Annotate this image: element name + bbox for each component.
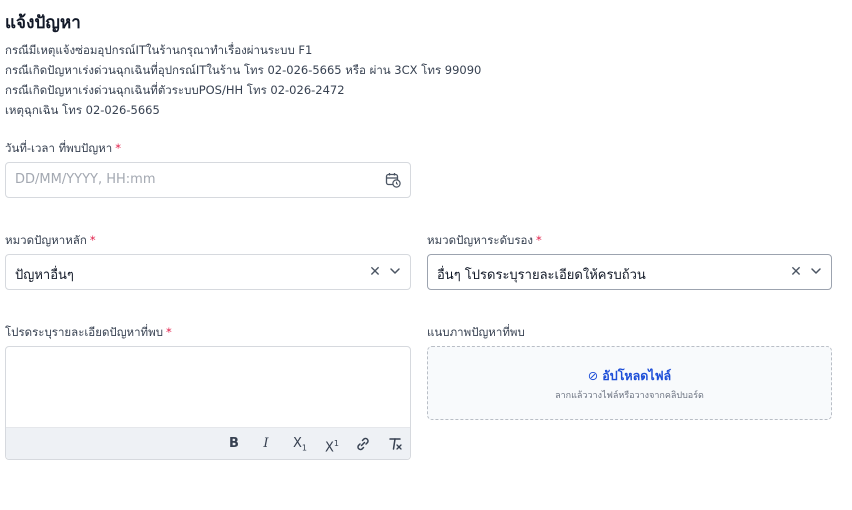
sub-category-select[interactable]: อื่นๆ โปรดระบุรายละเอียดให้ครบถ้วน ✕ (427, 254, 832, 290)
paperclip-icon: ⊘ (587, 368, 599, 383)
details-label-text: โปรดระบุรายละเอียดปัญหาที่พบ (5, 325, 164, 339)
attachment-label: แนบภาพปัญหาที่พบ (427, 325, 525, 339)
clear-format-icon[interactable] (387, 436, 403, 452)
info-line: เหตุฉุกเฉิน โทร 02-026-5665 (5, 103, 160, 117)
upload-button[interactable]: ⊘ อัปโหลดไฟล์ (428, 366, 831, 386)
clear-icon[interactable]: ✕ (368, 264, 382, 280)
details-editor[interactable]: B I X1 X1 (5, 346, 411, 460)
datetime-placeholder: DD/MM/YYYY, HH:mm (15, 172, 156, 187)
page-title: แจ้งปัญหา (5, 13, 81, 33)
info-line: กรณีเกิดปัญหาเร่งด่วนฉุกเฉินที่อุปกรณ์IT… (5, 63, 482, 77)
main-category-select[interactable]: ปัญหาอื่นๆ ✕ (5, 254, 411, 290)
main-category-label: หมวดปัญหาหลัก * (5, 232, 96, 250)
required-mark: * (89, 233, 96, 247)
sub-category-label: หมวดปัญหาระดับรอง * (427, 232, 542, 250)
details-textarea[interactable] (6, 347, 410, 428)
chevron-down-icon[interactable] (810, 265, 822, 277)
sub-category-value: อื่นๆ โปรดระบุรายละเอียดให้ครบถ้วน (437, 268, 646, 283)
info-line: กรณีมีเหตุแจ้งซ่อมอุปกรณ์ITในร้านกรุณาทำ… (5, 43, 313, 57)
datetime-input[interactable]: DD/MM/YYYY, HH:mm (5, 162, 411, 198)
chevron-down-icon[interactable] (389, 265, 401, 277)
upload-dropzone[interactable]: ⊘ อัปโหลดไฟล์ ลากแล้ววางไฟล์หรือวางจากคลิ… (427, 346, 832, 420)
main-category-value: ปัญหาอื่นๆ (15, 268, 74, 283)
italic-icon[interactable]: I (258, 436, 274, 452)
editor-toolbar: B I X1 X1 (6, 427, 410, 459)
required-mark: * (115, 141, 121, 155)
clear-icon[interactable]: ✕ (789, 264, 803, 280)
datetime-label-text: วันที่-เวลา ที่พบปัญหา (5, 141, 113, 155)
required-mark: * (536, 233, 542, 247)
link-icon[interactable] (355, 436, 371, 452)
info-block: กรณีมีเหตุแจ้งซ่อมอุปกรณ์ITในร้านกรุณาทำ… (5, 40, 481, 120)
required-mark: * (166, 325, 172, 339)
upload-hint: ลากแล้ววางไฟล์หรือวางจากคลิปบอร์ด (555, 391, 704, 401)
calendar-clock-icon[interactable] (385, 172, 401, 188)
info-line: กรณีเกิดปัญหาเร่งด่วนฉุกเฉินที่ตัวระบบPO… (5, 83, 345, 97)
upload-label: อัปโหลดไฟล์ (602, 368, 672, 383)
main-category-label-text: หมวดปัญหาหลัก (5, 233, 87, 247)
superscript-icon[interactable]: X1 (322, 436, 342, 455)
datetime-label: วันที่-เวลา ที่พบปัญหา * (5, 140, 121, 158)
sub-category-label-text: หมวดปัญหาระดับรอง (427, 233, 534, 247)
details-label: โปรดระบุรายละเอียดปัญหาที่พบ * (5, 324, 172, 342)
bold-icon[interactable]: B (226, 436, 242, 452)
subscript-icon[interactable]: X1 (290, 436, 310, 453)
